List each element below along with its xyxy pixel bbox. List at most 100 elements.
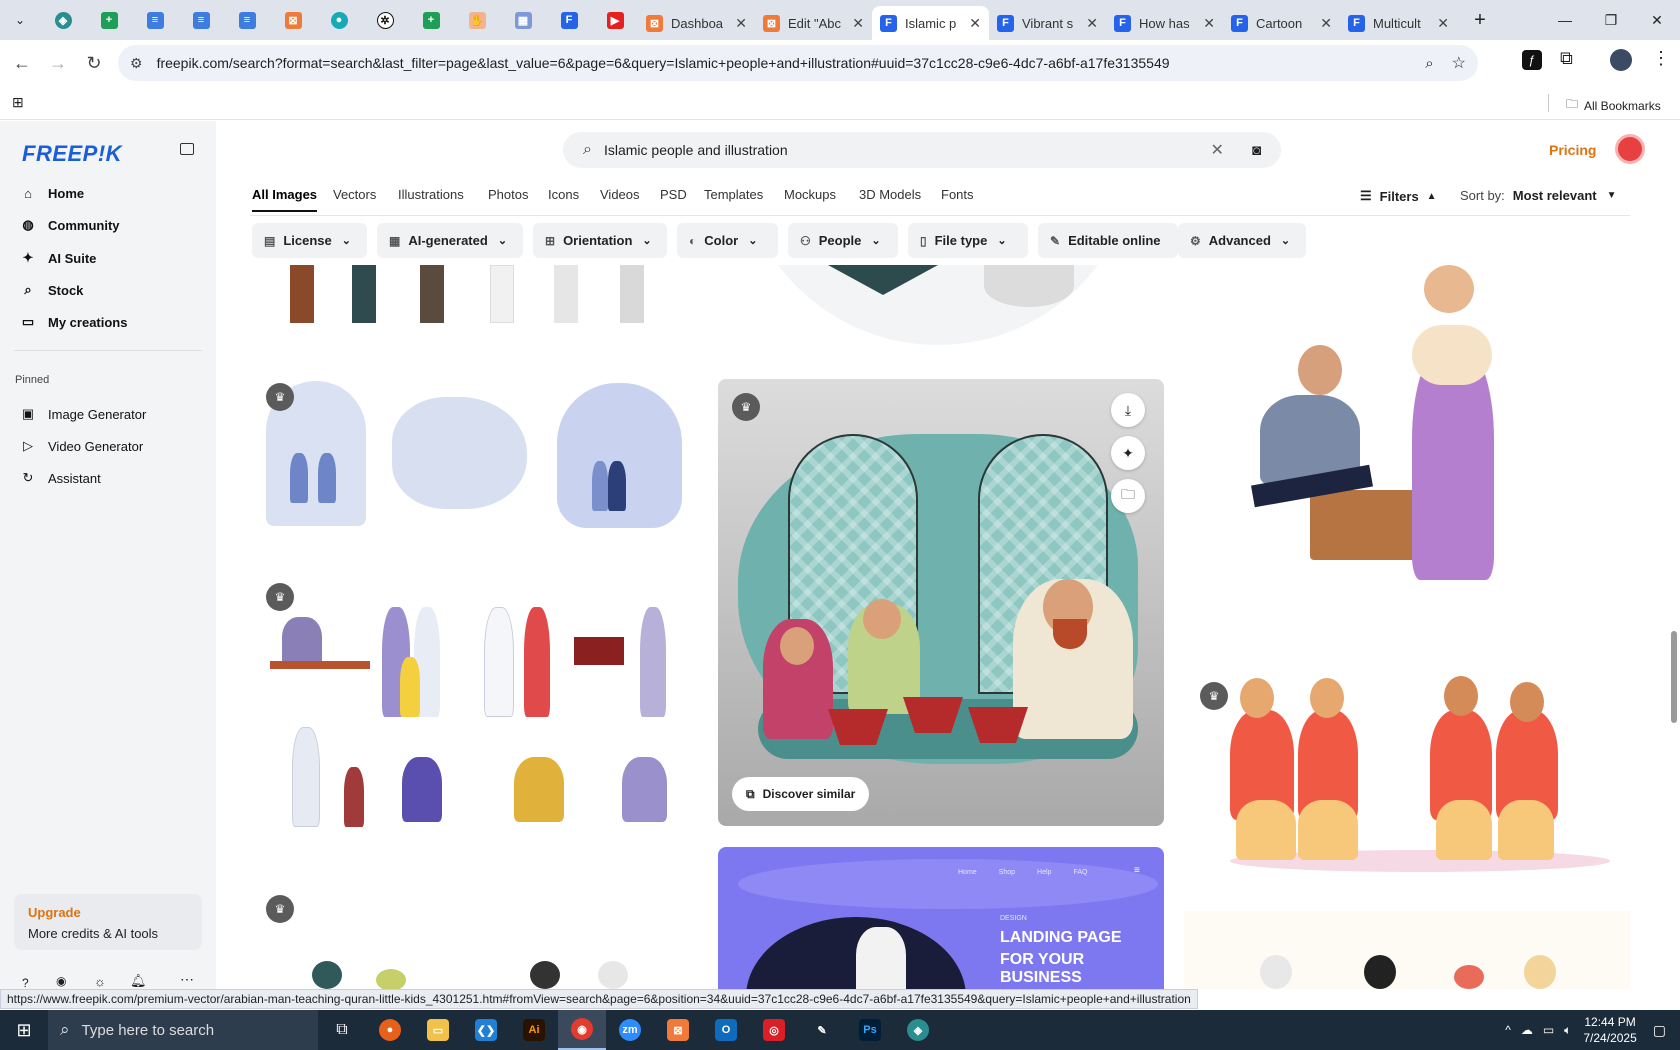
taskbar-vscode[interactable]: ❮❯ — [462, 1010, 510, 1050]
pinned-tab-docs[interactable]: ≡ — [132, 0, 178, 40]
result-card[interactable]: Home Shop Help FAQ ≡ DESIGN LANDING PAGE… — [718, 847, 1164, 989]
theme-icon[interactable]: ☼ — [94, 974, 106, 989]
freepik-logo[interactable]: FREEP!K — [22, 141, 122, 167]
network-icon[interactable]: ▭ — [1543, 1023, 1554, 1037]
tab-all-images[interactable]: All Images — [252, 187, 318, 212]
taskbar-app[interactable]: ◈ — [894, 1010, 942, 1050]
new-tab-button[interactable]: + — [1457, 0, 1503, 40]
tab-illustrations[interactable]: Illustrations — [398, 187, 464, 202]
back-button[interactable]: ← — [4, 45, 40, 81]
ai-edit-icon[interactable]: ✦ — [1111, 436, 1145, 470]
search-input[interactable]: Islamic people and illustration — [604, 142, 788, 158]
close-icon[interactable]: ✕ — [1437, 15, 1449, 32]
tab-vectors[interactable]: Vectors — [333, 187, 376, 202]
tab-islamic[interactable]: F Islamic p ✕ — [872, 6, 989, 40]
filter-color[interactable]: ◐ Color ⌄ — [677, 223, 778, 258]
tab-icons[interactable]: Icons — [548, 187, 579, 202]
pinned-tab-docs[interactable]: ≡ — [178, 0, 224, 40]
result-card[interactable]: ♛ — [252, 577, 682, 832]
reload-button[interactable]: ↻ — [76, 45, 112, 81]
result-card[interactable]: ♛ — [252, 895, 682, 989]
taskbar-creative-cloud[interactable]: ◎ — [750, 1010, 798, 1050]
sidebar-item-image-generator[interactable]: ▣ Image Generator — [20, 406, 146, 422]
close-icon[interactable]: ✕ — [735, 15, 747, 32]
taskbar-canva[interactable]: ⊠ — [654, 1010, 702, 1050]
clear-icon[interactable]: ✕ — [1211, 140, 1224, 160]
freepik-extension-icon[interactable]: ƒ — [1522, 50, 1542, 70]
taskbar-illustrator[interactable]: Ai — [510, 1010, 558, 1050]
result-card[interactable] — [1184, 911, 1630, 989]
taskbar-search[interactable]: ⌕ Type here to search — [48, 1010, 318, 1050]
close-icon[interactable]: ✕ — [1203, 15, 1215, 32]
sidebar-item-video-generator[interactable]: ▷ Video Generator — [20, 438, 143, 454]
pinned-tab-forms[interactable]: F — [546, 0, 592, 40]
result-card[interactable]: ♛ — [1200, 670, 1630, 880]
sidebar-item-ai-suite[interactable]: ✦ AI Suite — [20, 250, 97, 266]
sort-dropdown[interactable]: Sort by: Most relevant ▼ — [1460, 188, 1617, 203]
scrollbar-thumb[interactable] — [1671, 631, 1677, 723]
pricing-link[interactable]: Pricing — [1549, 142, 1596, 158]
volume-icon[interactable]: 🔈︎ — [1564, 1023, 1571, 1038]
pinned-tab-canva[interactable]: ⊠ — [270, 0, 316, 40]
result-card[interactable] — [252, 265, 682, 335]
extensions-icon[interactable]: ⧉ — [1560, 48, 1573, 69]
camera-icon[interactable]: ◙ — [1252, 142, 1261, 159]
taskbar-firefox[interactable]: ● — [366, 1010, 414, 1050]
filter-file-type[interactable]: ▯ File type ⌄ — [908, 223, 1028, 258]
filter-advanced[interactable]: ⚙ Advanced ⌄ — [1178, 223, 1306, 258]
onedrive-icon[interactable]: ☁ — [1521, 1023, 1533, 1037]
tab-psd[interactable]: PSD — [660, 187, 687, 202]
forward-button[interactable]: → — [40, 45, 76, 81]
filter-people[interactable]: ⚇ People ⌄ — [788, 223, 898, 258]
pinned-tab-hand[interactable]: ✋ — [454, 0, 500, 40]
sidebar-item-my-creations[interactable]: ▭ My creations — [20, 314, 128, 330]
tab-photos[interactable]: Photos — [488, 187, 528, 202]
restore-button[interactable]: ❐ — [1588, 0, 1634, 40]
discover-similar-button[interactable]: ⧉ Discover similar — [732, 777, 870, 811]
sidebar-item-community[interactable]: ◍ Community — [20, 217, 119, 233]
sidebar-item-assistant[interactable]: ↻ Assistant — [20, 470, 101, 486]
result-card-featured[interactable]: ♛ ⤓ ✦ 🗀︎ ⧉ Discover similar — [718, 379, 1164, 826]
pinned-tab-youtube[interactable]: ▶ — [592, 0, 638, 40]
star-icon[interactable]: ☆ — [1452, 53, 1466, 73]
notification-icon[interactable]: 🔔︎ — [130, 973, 147, 989]
notification-center-icon[interactable]: ▢ — [1653, 1022, 1666, 1039]
tab-templates[interactable]: Templates — [704, 187, 763, 202]
save-collection-icon[interactable]: 🗀︎ — [1111, 479, 1145, 513]
tab-fonts[interactable]: Fonts — [941, 187, 974, 202]
sidebar-toggle-icon[interactable] — [180, 143, 194, 155]
apps-icon[interactable]: ⊞ — [12, 94, 24, 111]
filter-license[interactable]: ▤ License ⌄ — [252, 223, 367, 258]
tab-edit[interactable]: ⊠ Edit "Abc ✕ — [755, 6, 872, 40]
close-icon[interactable]: ✕ — [1320, 15, 1332, 32]
close-icon[interactable]: ✕ — [1086, 15, 1098, 32]
user-avatar[interactable] — [1615, 134, 1645, 164]
search-bar[interactable]: ⌕ Islamic people and illustration ✕ ◙ — [563, 132, 1281, 168]
pinned-tab-docs[interactable]: ≡ — [224, 0, 270, 40]
zoom-icon[interactable]: ⌕ — [1425, 55, 1433, 72]
tab-cartoon[interactable]: F Cartoon ✕ — [1223, 6, 1340, 40]
tab-search-button[interactable]: ⌄ — [0, 0, 40, 40]
tab-3d-models[interactable]: 3D Models — [859, 187, 921, 202]
filter-editable-online[interactable]: ✎ Editable online — [1038, 223, 1178, 258]
pinned-tab-chatgpt[interactable]: ✲ — [362, 0, 408, 40]
filter-ai-generated[interactable]: ▦ AI-generated ⌄ — [377, 223, 523, 258]
taskbar-zoom[interactable]: zm — [606, 1010, 654, 1050]
tab-multicult[interactable]: F Multicult ✕ — [1340, 6, 1457, 40]
all-bookmarks-button[interactable]: 🗀 All Bookmarks — [1566, 95, 1661, 116]
result-card[interactable]: ♛ — [252, 373, 682, 538]
pinned-tab-app[interactable]: ◈ — [40, 0, 86, 40]
result-card[interactable] — [1200, 265, 1630, 595]
close-icon[interactable]: ✕ — [852, 15, 864, 32]
menu-icon[interactable]: ⋮ — [1652, 48, 1670, 69]
download-icon[interactable]: ⤓ — [1111, 393, 1145, 427]
page-scrollbar[interactable] — [1668, 121, 1680, 1009]
pinned-tab-chat[interactable]: ● — [316, 0, 362, 40]
address-bar[interactable]: ⚙ freepik.com/search?format=search&last_… — [118, 45, 1478, 81]
taskbar-pen-tool[interactable]: ✎ — [798, 1010, 846, 1050]
pinned-tab-grid[interactable]: ▦ — [500, 0, 546, 40]
taskbar-outlook[interactable]: O — [702, 1010, 750, 1050]
tray-chevron-icon[interactable]: ^ — [1505, 1023, 1511, 1037]
tab-videos[interactable]: Videos — [600, 187, 640, 202]
sidebar-item-stock[interactable]: ⌕ Stock — [20, 282, 83, 298]
